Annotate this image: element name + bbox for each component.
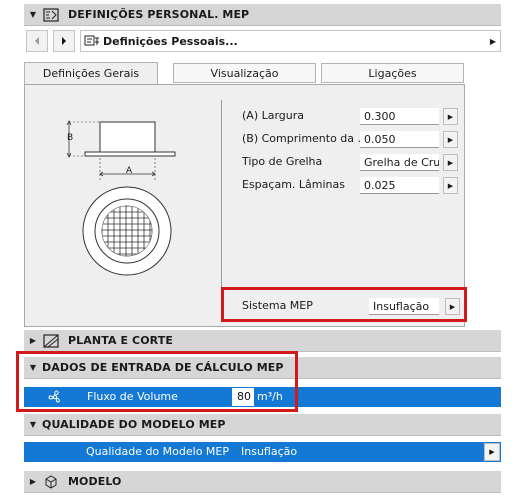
length-field[interactable]: 0.050	[360, 131, 439, 148]
mep-favorite-icon	[81, 34, 103, 48]
section-title: PLANTA E CORTE	[68, 334, 173, 347]
expand-arrow-icon: ▶	[29, 477, 37, 486]
highlight-calc-input	[16, 351, 298, 412]
model-quality-menu-button[interactable]: ▶	[484, 443, 500, 461]
section-title: DEFINIÇÕES PERSONAL. MEP	[68, 8, 250, 21]
dimension-a-label: A	[126, 166, 133, 176]
section-header-model-quality[interactable]: ▼ QUALIDADE DO MODELO MEP	[24, 414, 501, 436]
width-menu-button[interactable]: ▶	[443, 108, 458, 125]
grille-type-field[interactable]: Grelha de Cruz	[360, 154, 439, 171]
chevron-right-icon: ▶	[489, 36, 496, 46]
expand-arrow-icon: ▶	[29, 336, 37, 345]
mep-settings-icon	[42, 7, 60, 23]
param-label-width: (A) Largura	[242, 109, 305, 122]
chevron-right-icon: ▶	[447, 135, 454, 144]
blade-spacing-menu-button[interactable]: ▶	[443, 177, 458, 194]
section-header-model[interactable]: ▶ MODELO	[24, 471, 501, 493]
blade-spacing-field[interactable]: 0.025	[360, 177, 439, 194]
cube-icon	[42, 474, 60, 490]
section-header-plan-section[interactable]: ▶ PLANTA E CORTE	[24, 330, 501, 352]
tab-label: Definições Gerais	[42, 67, 140, 80]
chevron-right-icon: ▶	[489, 448, 495, 456]
collapse-arrow-icon: ▼	[29, 420, 37, 429]
param-label-length: (B) Comprimento da ...	[242, 132, 369, 145]
panel-divider	[221, 100, 222, 290]
chevron-right-icon: ▶	[447, 112, 454, 121]
tab-connections[interactable]: Ligações	[321, 63, 464, 83]
plan-section-icon	[42, 333, 60, 349]
favorites-dropdown[interactable]: Definições Pessoais... ▶	[80, 30, 501, 52]
model-quality-row[interactable]: Qualidade do Modelo MEP Insuflação ▶	[24, 442, 501, 462]
collapse-arrow-icon: ▼	[29, 10, 37, 19]
next-button[interactable]	[53, 30, 75, 52]
width-field[interactable]: 0.300	[360, 108, 439, 125]
tab-label: Ligações	[368, 66, 417, 80]
highlight-mep-system	[221, 287, 467, 322]
grille-diagram	[66, 120, 176, 276]
previous-button[interactable]	[26, 30, 48, 52]
model-quality-label: Qualidade do Modelo MEP	[86, 445, 229, 458]
param-label-blade-spacing: Espaçam. Lâminas	[242, 178, 345, 191]
model-quality-value: Insuflação	[241, 445, 298, 458]
favorite-label: Definições Pessoais...	[103, 34, 238, 48]
section-header-mep-settings[interactable]: ▼ DEFINIÇÕES PERSONAL. MEP	[24, 4, 501, 26]
chevron-right-icon	[62, 37, 66, 45]
grille-type-menu-button[interactable]: ▶	[443, 154, 458, 171]
section-title: QUALIDADE DO MODELO MEP	[42, 418, 226, 431]
tab-label: Visualização	[210, 66, 279, 80]
chevron-right-icon: ▶	[447, 181, 454, 190]
dimension-b-label: B	[67, 133, 74, 143]
tab-visualization[interactable]: Visualização	[173, 63, 316, 83]
section-title: MODELO	[68, 475, 122, 488]
tab-general[interactable]: Definições Gerais	[24, 62, 158, 84]
chevron-left-icon	[35, 37, 39, 45]
chevron-right-icon: ▶	[447, 158, 454, 167]
param-label-grille-type: Tipo de Grelha	[242, 155, 323, 168]
length-menu-button[interactable]: ▶	[443, 131, 458, 148]
